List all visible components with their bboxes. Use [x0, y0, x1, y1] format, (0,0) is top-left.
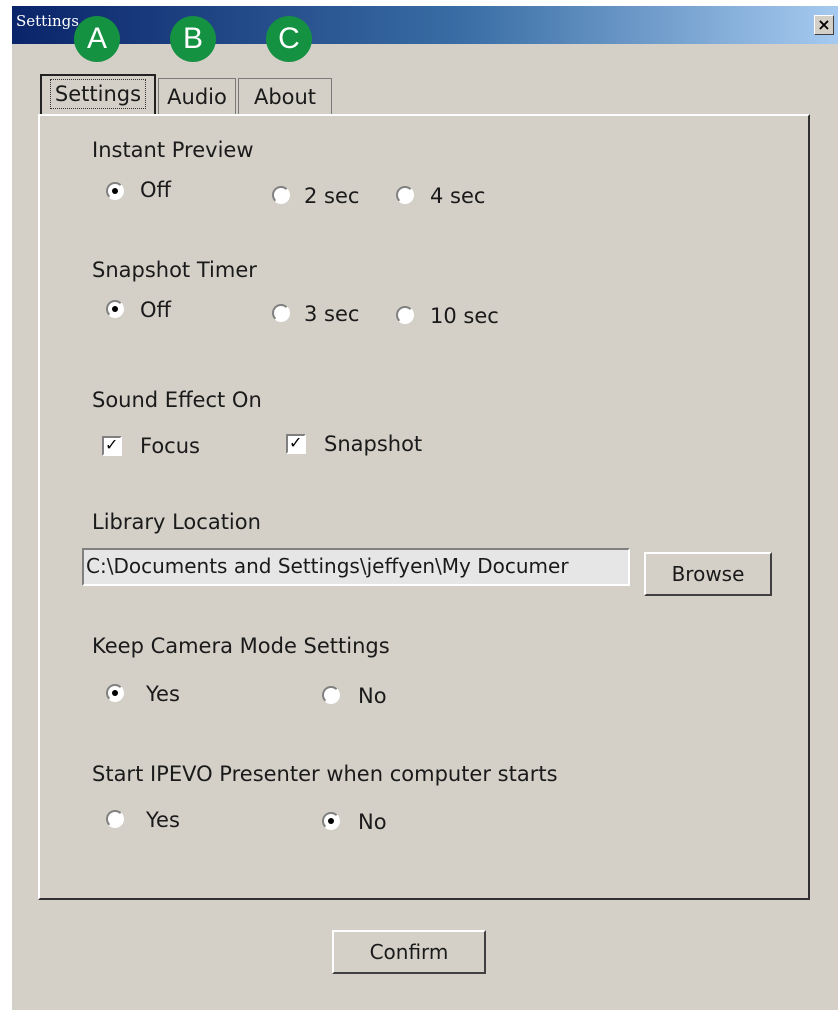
- sound-focus-label: Focus: [140, 434, 200, 458]
- tab-audio[interactable]: Audio: [158, 78, 236, 116]
- settings-window: Settings × Settings Audio About Instant …: [12, 6, 838, 1010]
- keep-camera-yes-radio[interactable]: [106, 684, 124, 702]
- window-title: Settings: [16, 12, 79, 30]
- instant-preview-4sec-label: 4 sec: [430, 184, 486, 208]
- callout-badge-a: A: [74, 16, 120, 62]
- library-path-field[interactable]: C:\Documents and Settings\jeffyen\My Doc…: [82, 548, 630, 586]
- confirm-button[interactable]: Confirm: [332, 930, 486, 974]
- snapshot-timer-3sec-radio[interactable]: [272, 304, 290, 322]
- sound-snapshot-label: Snapshot: [324, 432, 423, 456]
- sound-focus-checkbox[interactable]: [102, 435, 122, 456]
- instant-preview-off-radio[interactable]: [106, 182, 124, 200]
- keep-camera-no-radio[interactable]: [322, 686, 340, 704]
- snapshot-timer-off-label: Off: [140, 298, 171, 322]
- start-presenter-heading: Start IPEVO Presenter when computer star…: [92, 762, 558, 786]
- snapshot-timer-10sec-radio[interactable]: [396, 306, 414, 324]
- snapshot-timer-3sec-label: 3 sec: [304, 302, 360, 326]
- library-location-heading: Library Location: [92, 510, 261, 534]
- instant-preview-2sec-radio[interactable]: [272, 186, 290, 204]
- title-bar[interactable]: Settings ×: [12, 6, 838, 44]
- start-presenter-no-radio[interactable]: [322, 812, 340, 830]
- keep-camera-heading: Keep Camera Mode Settings: [92, 634, 390, 658]
- instant-preview-2sec-label: 2 sec: [304, 184, 360, 208]
- settings-panel: Instant Preview Off 2 sec 4 sec Snapshot…: [38, 114, 810, 900]
- tab-audio-label: Audio: [167, 85, 227, 109]
- start-presenter-yes-radio[interactable]: [106, 810, 124, 828]
- instant-preview-off-label: Off: [140, 178, 171, 202]
- start-presenter-no-label: No: [358, 810, 387, 834]
- callout-badge-c: C: [266, 16, 312, 62]
- close-button[interactable]: ×: [814, 15, 834, 35]
- start-presenter-yes-label: Yes: [146, 808, 180, 832]
- sound-effect-heading: Sound Effect On: [92, 388, 262, 412]
- tab-about-label: About: [253, 85, 317, 109]
- keep-camera-yes-label: Yes: [146, 682, 180, 706]
- instant-preview-4sec-radio[interactable]: [396, 186, 414, 204]
- callout-badge-b: B: [170, 16, 216, 62]
- browse-button[interactable]: Browse: [644, 552, 772, 596]
- snapshot-timer-off-radio[interactable]: [106, 300, 124, 318]
- sound-snapshot-checkbox[interactable]: [286, 433, 306, 454]
- snapshot-timer-10sec-label: 10 sec: [430, 304, 499, 328]
- snapshot-timer-heading: Snapshot Timer: [92, 258, 257, 282]
- keep-camera-no-label: No: [358, 684, 387, 708]
- tab-settings-label: Settings: [49, 79, 147, 109]
- tab-about[interactable]: About: [238, 78, 332, 116]
- tab-settings[interactable]: Settings: [40, 74, 156, 116]
- instant-preview-heading: Instant Preview: [92, 138, 254, 162]
